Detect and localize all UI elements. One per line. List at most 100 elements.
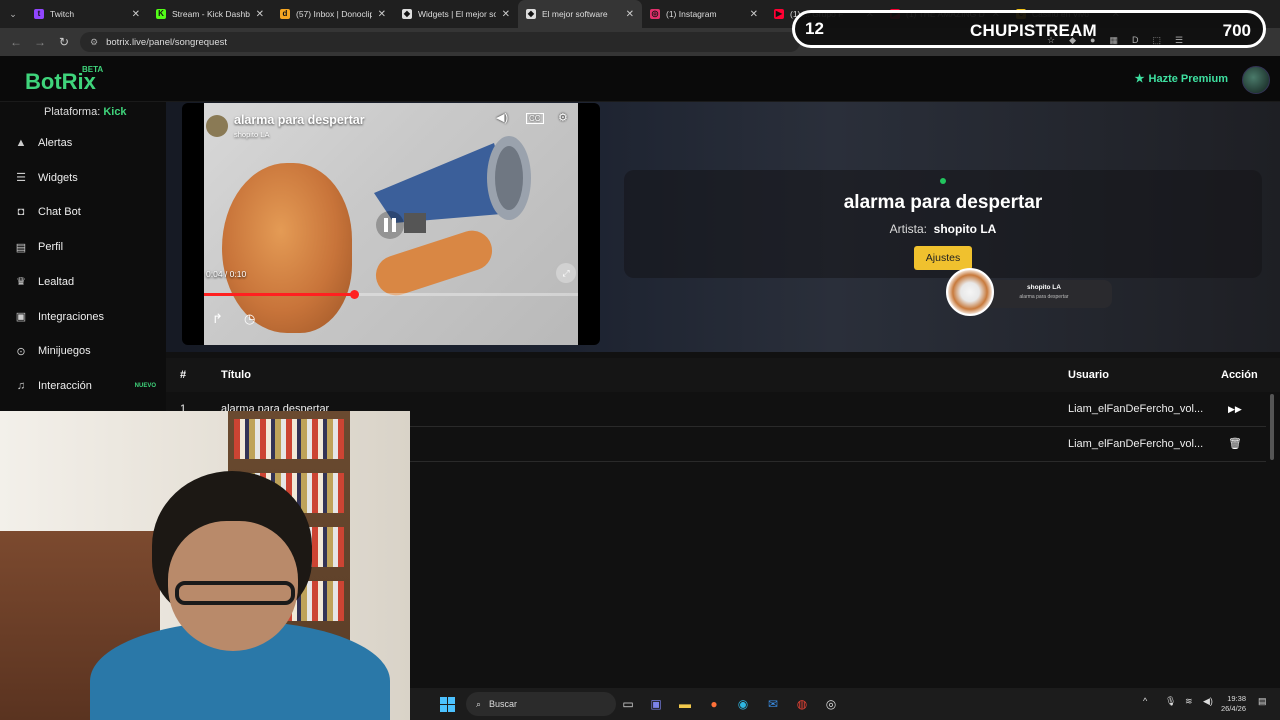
- sidebar-item-integraciones[interactable]: ▣ Integraciones: [0, 301, 166, 333]
- edge-icon[interactable]: ◉: [735, 696, 751, 712]
- address-bar[interactable]: ⚙ botrix.live/panel/songrequest: [80, 32, 800, 52]
- browser-tab[interactable]: ◆ El mejor software ✕: [518, 0, 642, 28]
- video-time: 0:04 / 0:10: [206, 269, 247, 279]
- settings-gear-icon[interactable]: ⚙: [558, 111, 568, 124]
- user-avatar[interactable]: [1242, 66, 1270, 94]
- sidebar-item-label: Interacción: [38, 379, 92, 392]
- microphone-icon[interactable]: 🎙: [1165, 696, 1176, 707]
- cat-graphic: [222, 163, 352, 333]
- task-view-icon[interactable]: ▭: [620, 696, 636, 712]
- chrome-icon[interactable]: ◍: [794, 696, 810, 712]
- trash-icon[interactable]: 🗑: [1228, 437, 1242, 450]
- fullscreen-icon[interactable]: ⤢: [556, 263, 576, 283]
- tab-title: Stream - Kick Dashbo: [172, 9, 250, 19]
- extension-icon[interactable]: D: [1132, 35, 1139, 46]
- sidebar-item-minijuegos[interactable]: ⊙ Minijuegos: [0, 335, 166, 367]
- extension-icon[interactable]: ◆: [1069, 35, 1076, 46]
- video-title[interactable]: alarma para despertar: [234, 113, 365, 127]
- teams-icon[interactable]: ▣: [648, 696, 664, 712]
- settings-button[interactable]: Ajustes: [914, 246, 972, 270]
- sidebar-item-label: Integraciones: [38, 310, 105, 323]
- pause-button[interactable]: [376, 211, 404, 239]
- row-user: Liam_elFanDeFercho_vol...: [1068, 403, 1204, 415]
- person-glasses: [175, 581, 295, 605]
- premium-button[interactable]: ★ Hazte Premium: [1135, 72, 1228, 86]
- sidebar-item-label: Perfil: [38, 241, 64, 254]
- sidebar-item-perfil[interactable]: ▤ Perfil: [0, 231, 166, 263]
- seek-handle[interactable]: [349, 290, 359, 299]
- browser-tab[interactable]: ◎ (1) Instagram ✕: [642, 0, 766, 28]
- tab-close-icon[interactable]: ✕: [750, 9, 758, 20]
- tab-close-icon[interactable]: ✕: [132, 9, 140, 20]
- reload-icon[interactable]: ↻: [52, 35, 76, 49]
- wifi-icon[interactable]: ≋: [1185, 696, 1193, 707]
- mail-icon[interactable]: ✉: [765, 696, 781, 712]
- browser-tab[interactable]: K Stream - Kick Dashbo ✕: [148, 0, 272, 28]
- artist-name: shopito LA: [933, 222, 997, 236]
- video-player[interactable]: alarma para despertar shopito LA ◀) CC ⚙…: [182, 103, 600, 345]
- sidebar-item-chat-bot[interactable]: ◘ Chat Bot: [0, 196, 166, 228]
- puzzle-icon[interactable]: ⬚: [1152, 35, 1161, 46]
- premium-label: Hazte Premium: [1148, 72, 1228, 85]
- warning-icon: ▲: [15, 137, 27, 149]
- tray-chevron-icon[interactable]: ^: [1143, 696, 1147, 706]
- star-icon[interactable]: ☆: [1047, 35, 1055, 46]
- video-channel[interactable]: shopito LA: [234, 130, 269, 139]
- speaker-icon[interactable]: ◀): [1203, 696, 1213, 707]
- search-icon: ⌕: [476, 698, 482, 709]
- volume-icon[interactable]: ◀): [496, 111, 508, 124]
- channel-avatar[interactable]: [206, 115, 228, 137]
- tab-close-icon[interactable]: ✕: [626, 9, 634, 20]
- tab-search-icon[interactable]: ⌄: [0, 0, 26, 28]
- seek-bar[interactable]: [204, 290, 578, 299]
- extension-icon[interactable]: ▦: [1109, 35, 1118, 46]
- captions-icon[interactable]: CC: [526, 113, 544, 124]
- table-scrollbar[interactable]: [1270, 394, 1274, 460]
- sidebar-item-label: Chat Bot: [38, 206, 81, 219]
- share-icon[interactable]: ↱: [212, 311, 223, 327]
- robot-icon: ◘: [17, 206, 25, 219]
- mini-player-name: shopito LA: [1027, 284, 1061, 291]
- tab-title: Widgets | El mejor so: [418, 9, 496, 19]
- notifications-icon[interactable]: ▤: [1258, 696, 1267, 707]
- start-button-icon[interactable]: [440, 697, 455, 712]
- skip-icon[interactable]: ▶▶: [1228, 404, 1242, 415]
- tab-close-icon[interactable]: ✕: [378, 9, 386, 20]
- column-user: Usuario: [1068, 369, 1109, 381]
- plugin-icon: ▣: [15, 311, 27, 323]
- webcam-overlay: [0, 411, 410, 720]
- column-action: Acción: [1221, 369, 1258, 381]
- tab-title: Twitch: [50, 9, 75, 19]
- browser-tab[interactable]: t Twitch ✕: [26, 0, 148, 28]
- tab-favicon-icon: t: [34, 9, 44, 19]
- tab-favicon-icon: ◆: [526, 9, 536, 19]
- browser-tab[interactable]: d (57) Inbox | Donoclip ✕: [272, 0, 394, 28]
- extension-icon[interactable]: ●: [1090, 35, 1095, 46]
- sidebar-item-widgets[interactable]: ☰ Widgets: [0, 162, 166, 194]
- app-header: BotRix BETA ★ Hazte Premium: [0, 56, 1280, 102]
- sidebar-item-alertas[interactable]: ▲ Alertas: [0, 127, 166, 159]
- system-clock[interactable]: 19:38 26/4/26: [1221, 694, 1246, 714]
- trophy-icon: ♛: [16, 276, 26, 289]
- sidebar-item-interacci-n[interactable]: ♫ Interacción NUEVO: [0, 370, 166, 402]
- tab-close-icon[interactable]: ✕: [502, 9, 510, 20]
- tab-title: (1) Instagram: [666, 9, 717, 19]
- menu-icon[interactable]: ☰: [1175, 35, 1183, 46]
- back-icon[interactable]: ←: [4, 35, 28, 49]
- obs-icon[interactable]: ◎: [823, 696, 839, 712]
- video-frame[interactable]: alarma para despertar shopito LA ◀) CC ⚙…: [204, 103, 578, 345]
- sidebar-item-lealtad[interactable]: ♛ Lealtad: [0, 266, 166, 298]
- taskbar: ⌕ Buscar ▭ ▣ ▬ ● ◉ ✉ ◍ ◎ ^ 🎙 ≋ ◀) 19:38 …: [410, 688, 1280, 720]
- firefox-icon[interactable]: ●: [706, 696, 722, 712]
- browser-tab[interactable]: ◆ Widgets | El mejor so ✕: [394, 0, 518, 28]
- now-playing-title: alarma para despertar: [843, 192, 1043, 213]
- watch-later-icon[interactable]: ◷: [244, 311, 255, 327]
- forward-icon[interactable]: →: [28, 35, 52, 49]
- file-explorer-icon[interactable]: ▬: [677, 696, 693, 712]
- taskbar-search[interactable]: ⌕ Buscar: [466, 692, 616, 716]
- site-info-icon[interactable]: ⚙: [90, 37, 98, 48]
- row-user: Liam_elFanDeFercho_vol...: [1068, 438, 1204, 450]
- overlay-left-count: 12: [805, 19, 824, 38]
- tab-close-icon[interactable]: ✕: [256, 9, 264, 20]
- sidebar-item-label: Lealtad: [38, 275, 75, 288]
